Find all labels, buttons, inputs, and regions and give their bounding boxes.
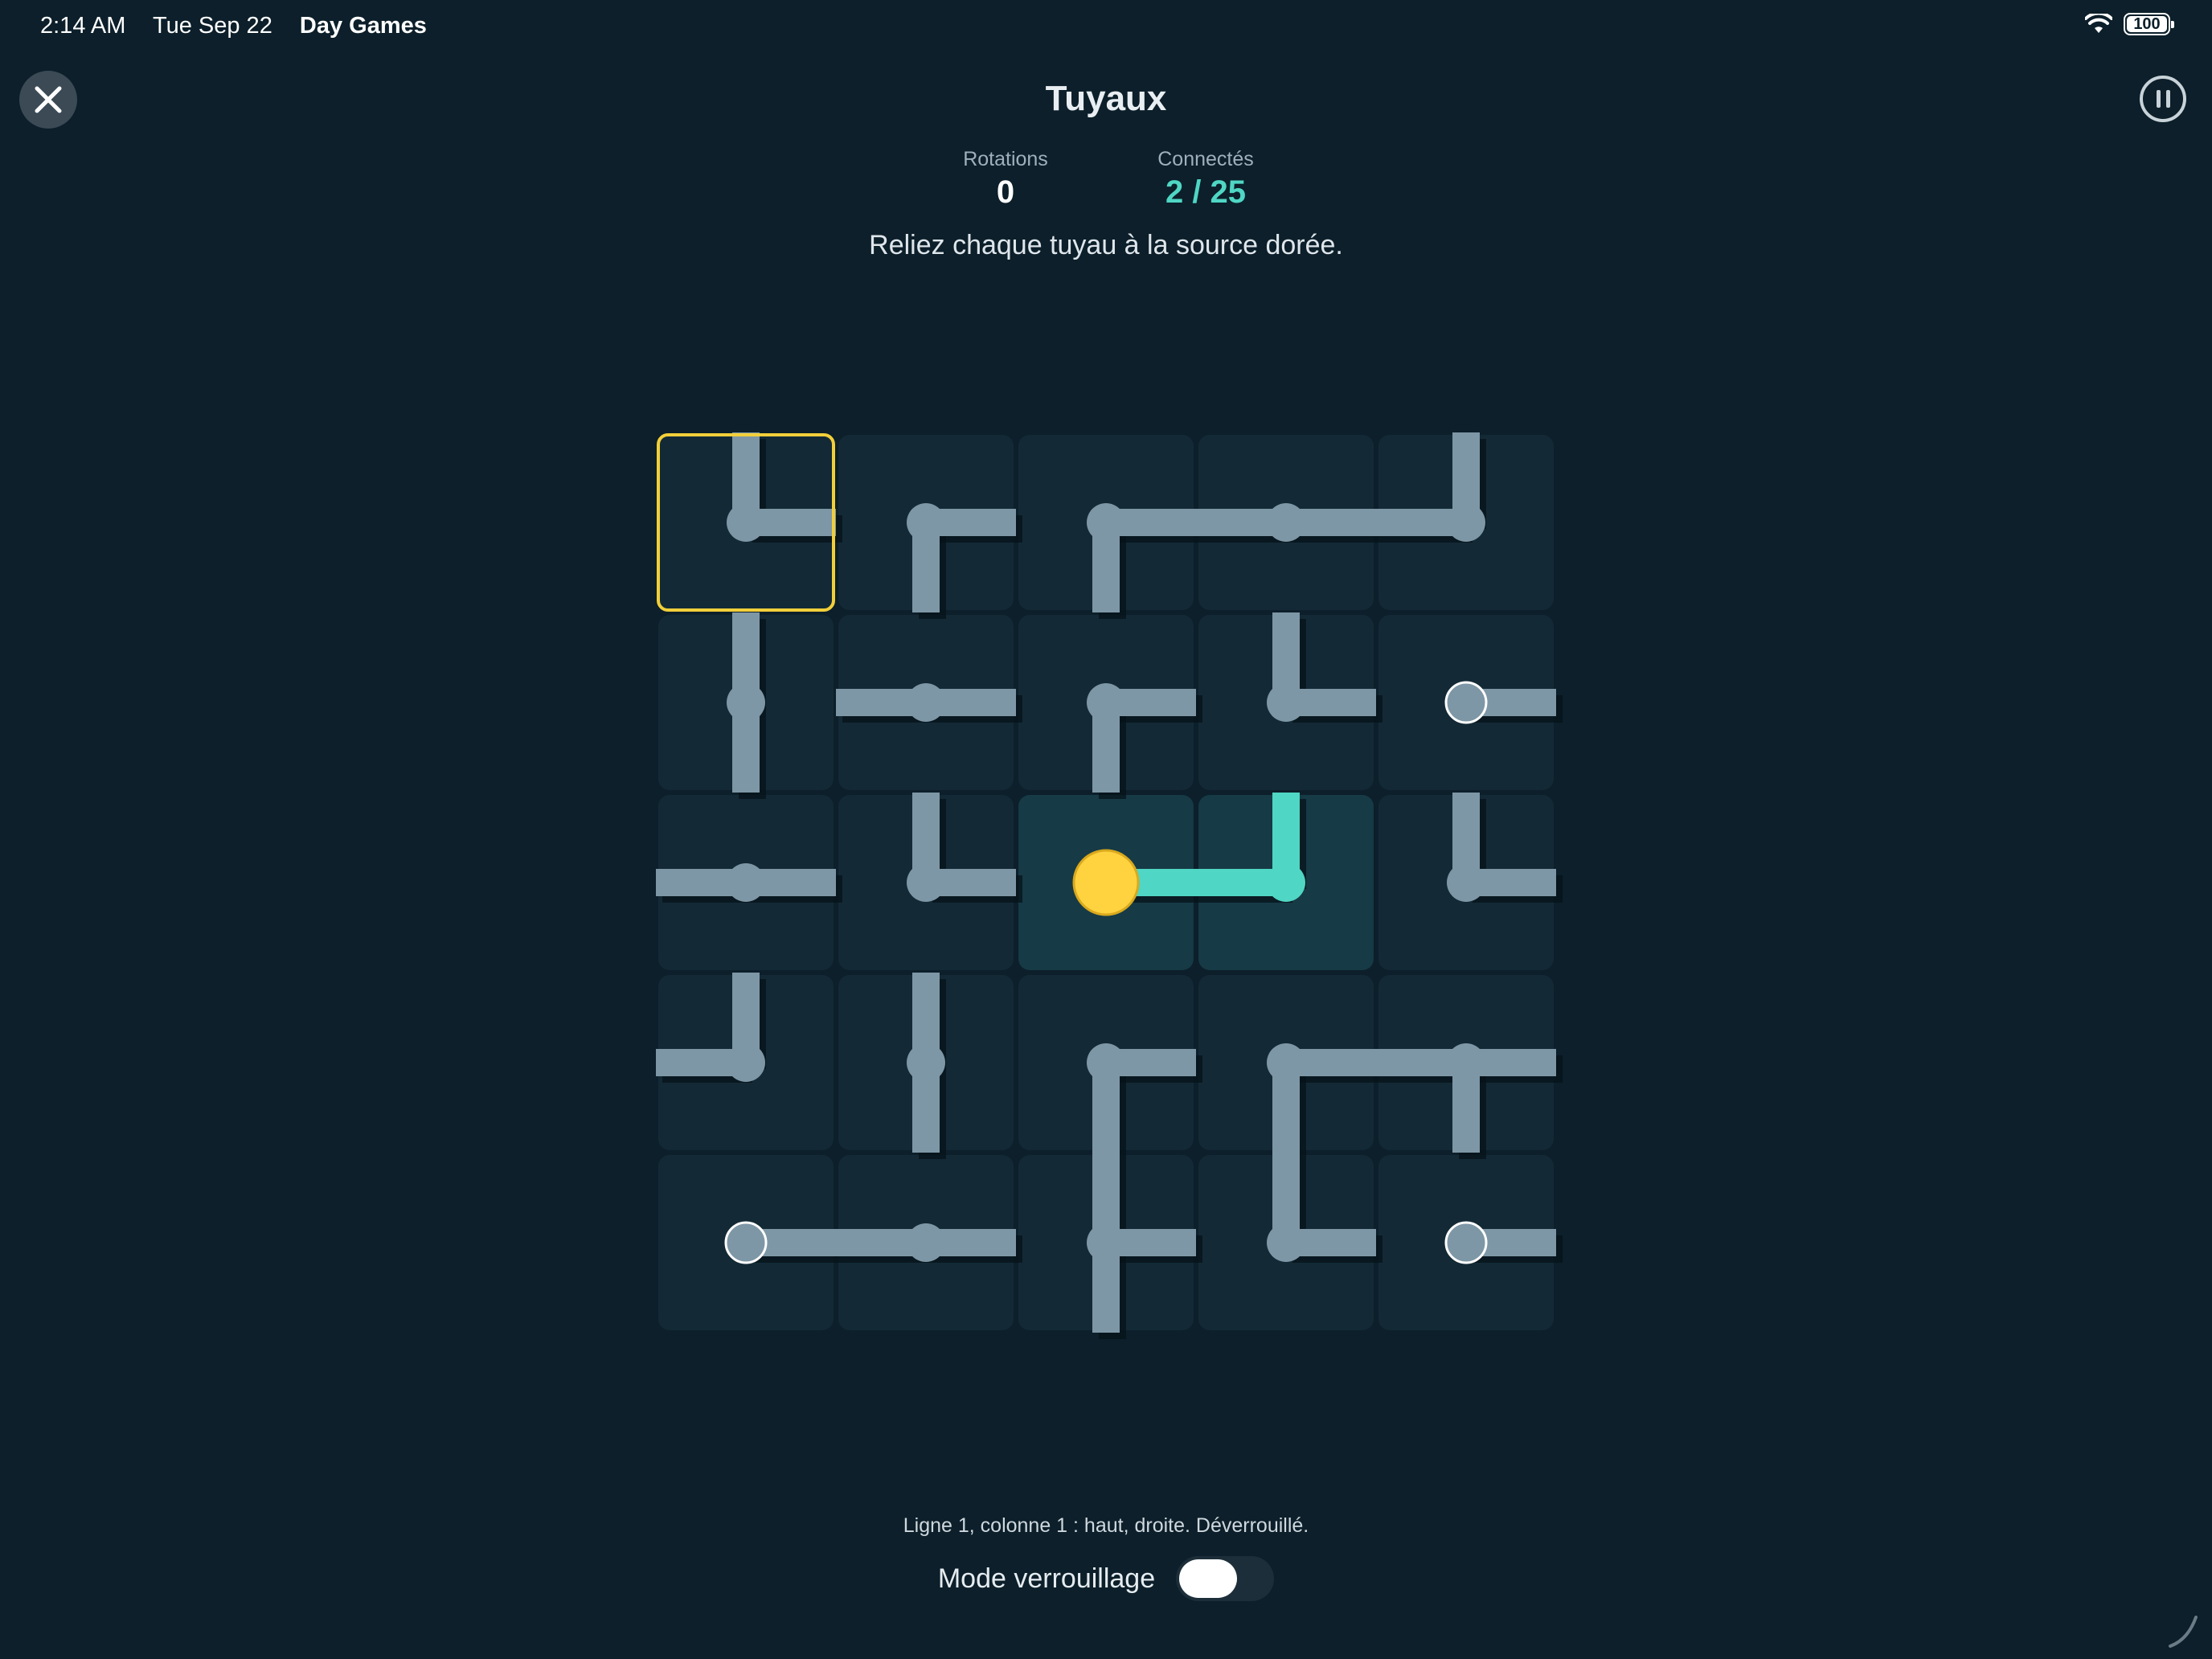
pipe-joint [907,1043,945,1082]
pipe-endpoint [724,1221,768,1264]
pipe-joint [727,1043,765,1082]
source-node [1072,849,1140,916]
pipe-joint [907,503,945,542]
pipe-joint [1447,1043,1485,1082]
pipe-joint [727,683,765,722]
lock-mode-row: Mode verrouillage [0,1556,2212,1601]
pipe-joint [1267,1043,1305,1082]
pipe-joint [1447,863,1485,902]
pipe-joint [907,863,945,902]
pipe-joint [907,1223,945,1262]
pipe-joint [1087,1043,1125,1082]
pipe-board [656,432,1563,1339]
pipe-joint [1087,503,1125,542]
pipe-joint [1267,503,1305,542]
pipe-joint [727,863,765,902]
lock-mode-label: Mode verrouillage [937,1563,1156,1594]
pipe-endpoint [1444,1221,1488,1264]
cell-description: Ligne 1, colonne 1 : haut, droite. Déver… [903,1514,1309,1537]
pipe-joint [1267,683,1305,722]
pipe-joint [1267,1223,1305,1262]
pipe-joint [1447,503,1485,542]
pipe-joint [907,683,945,722]
pipe-joint [1087,1223,1125,1262]
toggle-knob [1179,1559,1238,1598]
pipe-joint [1087,683,1125,722]
pipe-joint [727,503,765,542]
pipe-endpoint [1444,681,1488,724]
lock-mode-toggle[interactable] [1176,1556,1275,1601]
corner-indicator-icon [2169,1616,2198,1648]
pipe-joint [1267,863,1305,902]
